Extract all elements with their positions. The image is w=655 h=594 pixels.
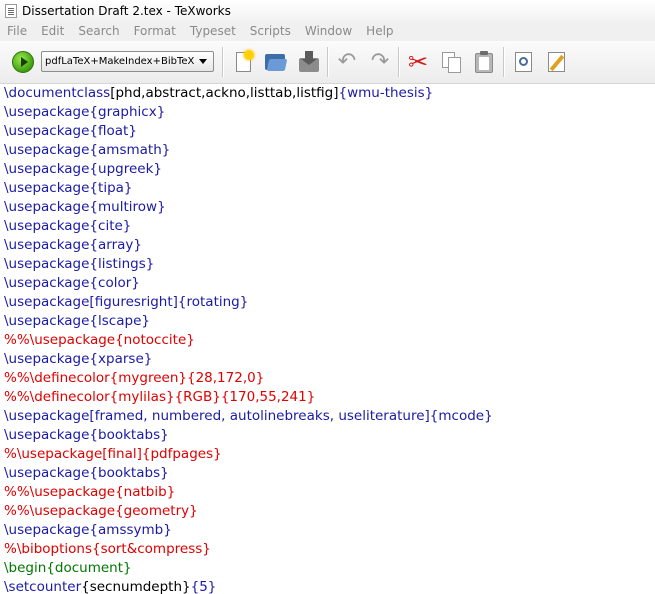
code-token: %%\usepackage{geometry}: [4, 503, 198, 519]
code-token: \usepackage{cite}: [4, 218, 132, 234]
code-line: \usepackage{array}: [4, 236, 493, 255]
code-token: {wmu-thesis}: [338, 85, 434, 101]
toolbar-separator: [503, 47, 504, 77]
code-line: \usepackage{graphicx}: [4, 103, 493, 122]
menu-format[interactable]: Format: [127, 22, 183, 41]
document-icon: [5, 4, 17, 18]
code-token: \setcounter: [4, 579, 82, 594]
toolbar-separator: [327, 47, 328, 77]
paste-clipboard-icon[interactable]: [472, 50, 496, 74]
code-line: \usepackage{upgreek}: [4, 160, 493, 179]
code-line: \usepackage{float}: [4, 122, 493, 141]
code-line: %%\usepackage{geometry}: [4, 502, 493, 521]
typeset-play-button[interactable]: [12, 51, 34, 73]
toolbar-separator: [398, 47, 399, 77]
code-line: \usepackage{lscape}: [4, 312, 493, 331]
code-token: %%\usepackage{notoccite}: [4, 332, 195, 348]
menu-search[interactable]: Search: [71, 22, 126, 41]
code-line: %%\usepackage{notoccite}: [4, 331, 493, 350]
code-line: \usepackage{amssymb}: [4, 521, 493, 540]
save-icon[interactable]: [297, 50, 321, 74]
code-token: \begin{document}: [4, 560, 132, 576]
code-token: \usepackage{booktabs}: [4, 465, 169, 481]
code-line: \usepackage{tipa}: [4, 179, 493, 198]
code-token: [phd,abstract,ackno,listtab,listfig]: [110, 85, 339, 101]
find-icon[interactable]: [512, 50, 536, 74]
code-token: \usepackage{xparse}: [4, 351, 153, 367]
menu-scripts[interactable]: Scripts: [243, 22, 298, 41]
code-line: \usepackage[framed, numbered, autolinebr…: [4, 407, 493, 426]
code-token: \usepackage{amsmath}: [4, 142, 171, 158]
code-line: \usepackage{cite}: [4, 217, 493, 236]
replace-icon[interactable]: [545, 50, 569, 74]
code-token: {secnumdepth}: [81, 579, 191, 594]
code-editor[interactable]: \documentclass[phd,abstract,ackno,listta…: [0, 84, 655, 594]
code-token: {5}: [190, 579, 217, 594]
new-document-icon[interactable]: [232, 50, 256, 74]
code-lines: \documentclass[phd,abstract,ackno,listta…: [4, 84, 493, 594]
title-bar: Dissertation Draft 2.tex - TeXworks: [0, 0, 655, 23]
code-line: \usepackage{booktabs}: [4, 426, 493, 445]
code-token: \usepackage{multirow}: [4, 199, 166, 215]
undo-icon[interactable]: ↶: [335, 50, 359, 74]
code-line: \usepackage{xparse}: [4, 350, 493, 369]
code-token: \usepackage{tipa}: [4, 180, 133, 196]
code-token: \usepackage{color}: [4, 275, 140, 291]
code-line: %\usepackage[final]{pdfpages}: [4, 445, 493, 464]
engine-select-value: pdfLaTeX+MakeIndex+BibTeX: [45, 56, 195, 67]
toolbar: pdfLaTeX+MakeIndex+BibTeX ↶ ↷ ✂: [0, 41, 655, 84]
chevron-down-icon: [199, 59, 207, 64]
code-line: %%\definecolor{mygreen}{28,172,0}: [4, 369, 493, 388]
code-line: \setcounter{secnumdepth}{5}: [4, 578, 493, 594]
open-folder-icon[interactable]: [263, 50, 288, 74]
code-token: \usepackage{float}: [4, 123, 137, 139]
menu-typeset[interactable]: Typeset: [183, 22, 243, 41]
typeset-engine-select[interactable]: pdfLaTeX+MakeIndex+BibTeX: [41, 51, 214, 72]
menu-window[interactable]: Window: [298, 22, 359, 41]
code-line: \usepackage{listings}: [4, 255, 493, 274]
code-token: \usepackage{amssymb}: [4, 522, 172, 538]
code-token: \usepackage[framed, numbered, autolinebr…: [4, 408, 493, 424]
menu-edit[interactable]: Edit: [34, 22, 71, 41]
code-line: \usepackage{booktabs}: [4, 464, 493, 483]
code-token: \usepackage{upgreek}: [4, 161, 162, 177]
code-token: \documentclass: [4, 85, 111, 101]
code-line: \usepackage{multirow}: [4, 198, 493, 217]
code-token: \usepackage{array}: [4, 237, 143, 253]
menu-file[interactable]: File: [0, 22, 34, 41]
copy-icon[interactable]: [440, 50, 464, 74]
code-line: \documentclass[phd,abstract,ackno,listta…: [4, 84, 493, 103]
code-token: %\usepackage[final]{pdfpages}: [4, 446, 222, 462]
menu-help[interactable]: Help: [359, 22, 400, 41]
code-token: %\biboptions{sort&compress}: [4, 541, 211, 557]
code-token: \usepackage[figuresright]{rotating}: [4, 294, 249, 310]
code-token: %%\definecolor{mylilas}{RGB}{170,55,241}: [4, 389, 316, 405]
code-line: \usepackage[figuresright]{rotating}: [4, 293, 493, 312]
toolbar-separator: [222, 47, 223, 77]
code-line: \usepackage{amsmath}: [4, 141, 493, 160]
texworks-window: Dissertation Draft 2.tex - TeXworks File…: [0, 0, 655, 594]
code-token: %%\usepackage{natbib}: [4, 484, 176, 500]
cut-scissors-icon[interactable]: ✂: [406, 50, 430, 74]
code-line: \usepackage{color}: [4, 274, 493, 293]
menu-bar: File Edit Search Format Typeset Scripts …: [0, 22, 655, 41]
code-line: %%\definecolor{mylilas}{RGB}{170,55,241}: [4, 388, 493, 407]
code-token: \usepackage{booktabs}: [4, 427, 169, 443]
code-line: \begin{document}: [4, 559, 493, 578]
code-token: %%\definecolor{mygreen}{28,172,0}: [4, 370, 265, 386]
code-token: \usepackage{lscape}: [4, 313, 150, 329]
code-token: \usepackage{listings}: [4, 256, 155, 272]
code-line: %%\usepackage{natbib}: [4, 483, 493, 502]
redo-icon[interactable]: ↷: [368, 50, 392, 74]
window-title: Dissertation Draft 2.tex - TeXworks: [22, 4, 231, 18]
code-line: %\biboptions{sort&compress}: [4, 540, 493, 559]
code-token: \usepackage{graphicx}: [4, 104, 166, 120]
